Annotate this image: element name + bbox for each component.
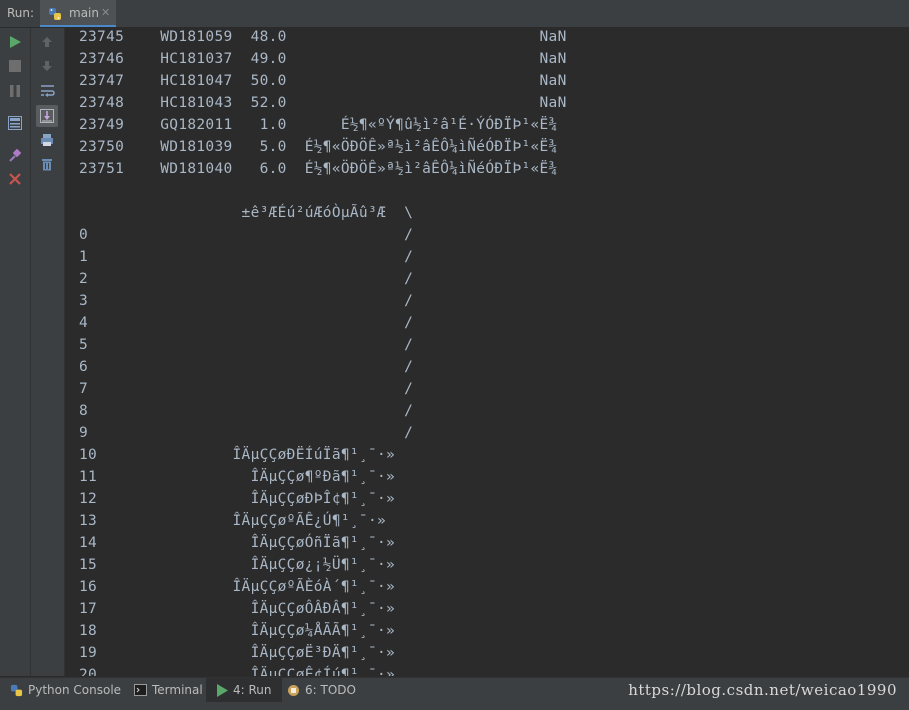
- console-line: 23747 HC181047 50.0 NaN: [79, 73, 567, 89]
- python-icon: [48, 6, 62, 20]
- close-icon: [9, 173, 21, 185]
- console-line: 18 ÎÄµÇÇø¼ÅÃÃ¶¹¸¯·»: [79, 623, 396, 639]
- pause-button[interactable]: [4, 80, 26, 102]
- console-line: 2 /: [79, 271, 414, 287]
- tab-label: 6: TODO: [305, 683, 356, 697]
- watermark: https://blog.csdn.net/weicao1990: [628, 681, 897, 699]
- console-line: 5 /: [79, 337, 414, 353]
- console-line: ±ê³ÆÉú²úÆóÒµÃû³Æ \: [79, 205, 414, 221]
- python-console-icon: [10, 684, 23, 697]
- tab-label: main: [69, 6, 99, 20]
- console-actions-toolbar: [31, 28, 65, 676]
- console-line: 23750 WD181039 5.0 É½¶«ÖÐÖÊ»ª½ì²âÊÔ¼ìÑéÓ…: [79, 139, 558, 155]
- soft-wrap-icon: [40, 85, 55, 97]
- tab-label: Python Console: [28, 683, 122, 697]
- run-icon: [216, 683, 228, 697]
- tool-window-bar: Python Console Terminal 4: Run 6: TODO h…: [0, 677, 909, 710]
- arrow-up-icon: [42, 37, 52, 47]
- console-line: 3 /: [79, 293, 414, 309]
- clear-all-button[interactable]: [36, 153, 58, 175]
- console-line: 6 /: [79, 359, 414, 375]
- run-tool-window-header: Run: main ✕: [0, 0, 909, 28]
- todo-icon: [287, 684, 300, 697]
- run-label: Run:: [7, 6, 35, 20]
- pause-icon: [10, 85, 20, 97]
- close-icon[interactable]: ✕: [101, 6, 110, 19]
- layout-button[interactable]: [4, 112, 26, 134]
- tab-python-console[interactable]: Python Console: [10, 678, 121, 702]
- console-line: 11 ÎÄµÇÇø¶ºÐã¶¹¸¯·»: [79, 469, 396, 485]
- pin-icon: [8, 148, 21, 162]
- console-line: 23751 WD181040 6.0 É½¶«ÖÐÖÊ»ª½ì²âÊÔ¼ìÑéÓ…: [79, 161, 558, 177]
- console-line: 12 ÎÄµÇÇøÐÞÎ¢¶¹¸¯·»: [79, 491, 396, 507]
- tab-terminal[interactable]: Terminal: [134, 678, 203, 702]
- tab-label: 4: Run: [233, 683, 272, 697]
- console-line: 20 ÎÄµÇÇøÊ¢Íú¶¹¸¯·»: [79, 667, 396, 676]
- console-line: 1 /: [79, 249, 414, 265]
- console-line: 16 ÎÄµÇÇøºÃÈóÀ´¶¹¸¯·»: [79, 579, 396, 595]
- console-line: 10 ÎÄµÇÇøÐËÍúÏã¶¹¸¯·»: [79, 447, 396, 463]
- play-icon: [10, 36, 21, 48]
- console-line: 23746 HC181037 49.0 NaN: [79, 51, 567, 67]
- print-icon: [41, 134, 53, 146]
- console-line: 0 /: [79, 227, 414, 243]
- pin-button[interactable]: [4, 144, 26, 166]
- console-output[interactable]: 23745 WD181059 48.0 NaN 23746 HC181037 4…: [65, 28, 909, 676]
- console-line: 4 /: [79, 315, 414, 331]
- console-line: 17 ÎÄµÇÇøÔÂÐÂ¶¹¸¯·»: [79, 601, 396, 617]
- console-line: 9 /: [79, 425, 414, 441]
- scroll-down-button[interactable]: [36, 55, 58, 77]
- console-line: 23748 HC181043 52.0 NaN: [79, 95, 567, 111]
- stop-button[interactable]: [4, 55, 26, 77]
- console-line: 19 ÎÄµÇÇøË³ÐÄ¶¹¸¯·»: [79, 645, 396, 661]
- soft-wrap-button[interactable]: [36, 80, 58, 102]
- console-line: 8 /: [79, 403, 414, 419]
- tab-main[interactable]: main ✕: [40, 0, 116, 27]
- scroll-to-end-icon: [40, 109, 54, 123]
- run-actions-toolbar: [0, 28, 31, 676]
- tab-todo[interactable]: 6: TODO: [287, 678, 356, 702]
- close-run-button[interactable]: [4, 168, 26, 190]
- console-line: 15 ÎÄµÇÇø¿¡½Ü¶¹¸¯·»: [79, 557, 396, 573]
- console-line: 13 ÎÄµÇÇøºÃÊ¿Ú¶¹¸¯·»: [79, 513, 387, 529]
- layout-icon: [8, 116, 22, 130]
- stop-icon: [9, 60, 21, 72]
- terminal-icon: [134, 684, 147, 696]
- console-line: 7 /: [79, 381, 414, 397]
- console-line: 14 ÎÄµÇÇøÓñÏã¶¹¸¯·»: [79, 535, 396, 551]
- rerun-button[interactable]: [4, 31, 26, 53]
- scroll-to-end-button[interactable]: [36, 105, 58, 127]
- scroll-up-button[interactable]: [36, 31, 58, 53]
- tab-label: Terminal: [152, 683, 203, 697]
- print-button[interactable]: [36, 129, 58, 151]
- console-line: 23749 GQ182011 1.0 É½¶«ºÝ¶û½ì²â¹É·ÝÓÐÏÞ¹…: [79, 117, 558, 133]
- tab-run[interactable]: 4: Run: [206, 678, 282, 702]
- arrow-down-icon: [42, 61, 52, 71]
- console-line: 23745 WD181059 48.0 NaN: [79, 29, 567, 45]
- trash-icon: [42, 159, 52, 171]
